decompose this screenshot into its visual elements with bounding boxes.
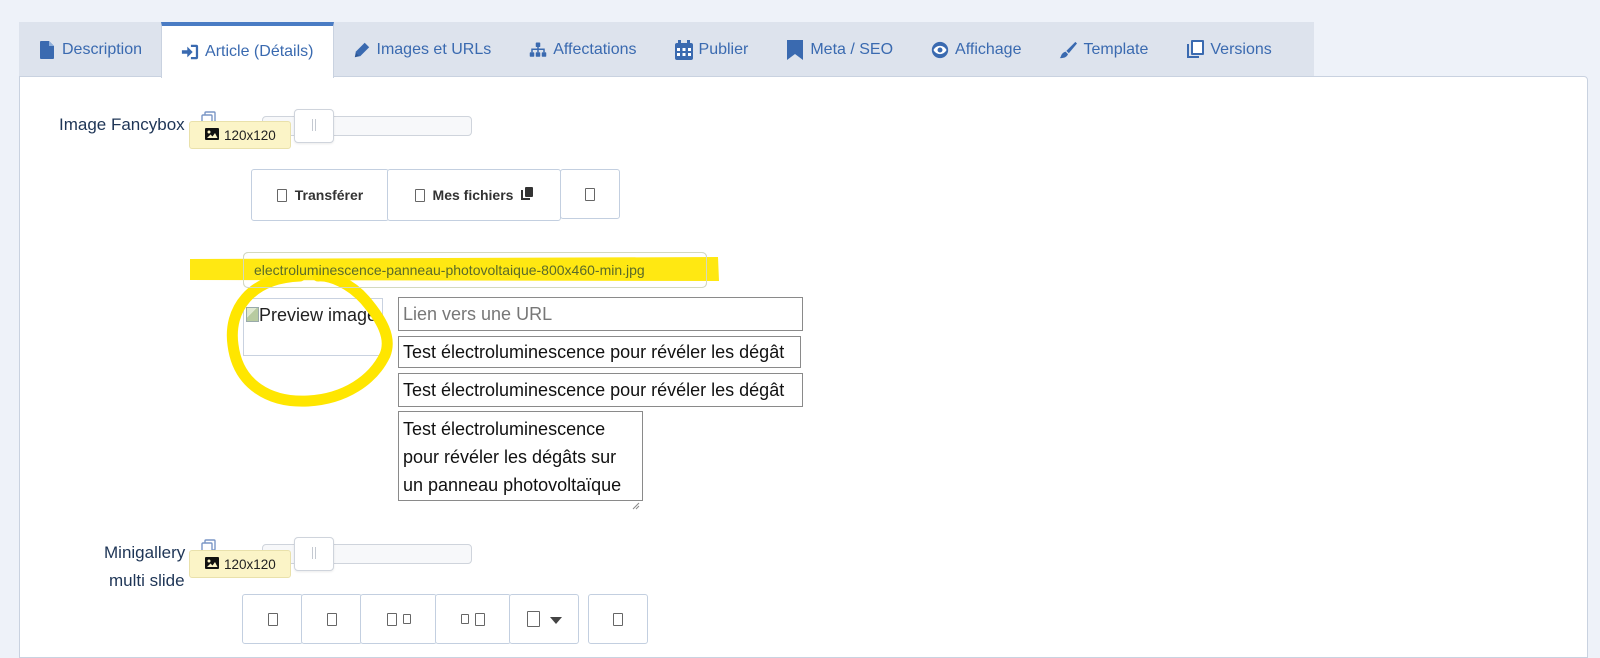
sign-in-icon: [181, 43, 199, 61]
preview-image: Preview image: [243, 298, 383, 356]
minigallery-label-line2: multi slide: [109, 571, 185, 590]
fancybox-size-slider-handle[interactable]: [294, 109, 334, 143]
minigallery-size-badge: 120x120: [189, 550, 291, 578]
trash-icon: [613, 612, 623, 626]
tab-label: Affectations: [553, 40, 637, 58]
gallery-copy-button[interactable]: [360, 594, 437, 644]
tab-label: Affichage: [955, 40, 1022, 58]
upload-icon: [267, 612, 278, 626]
alt-input[interactable]: [398, 336, 801, 368]
tab-label: Article (Détails): [205, 43, 314, 60]
tab-template[interactable]: Template: [1040, 22, 1167, 77]
pencil-icon: [353, 41, 371, 59]
url-input[interactable]: [398, 297, 803, 331]
broken-image-icon: [246, 307, 259, 322]
filename-overlay-text: electroluminescence-panneau-photovoltaiq…: [254, 262, 645, 278]
folder-icon: [326, 612, 337, 626]
brush-icon: [1059, 41, 1078, 59]
file-icon: [386, 612, 397, 626]
copy-icon: [402, 614, 411, 624]
trash-icon: [585, 187, 595, 201]
clear-button[interactable]: [560, 169, 620, 219]
caption-text: Test électroluminescence pour révéler le…: [403, 419, 622, 495]
my-files-button[interactable]: Mes fichiers: [387, 169, 561, 221]
tab-affectations[interactable]: Affectations: [510, 22, 655, 77]
upload-button[interactable]: Transférer: [251, 169, 389, 221]
tab-affichage[interactable]: Affichage: [912, 22, 1040, 77]
tab-images-urls[interactable]: Images et URLs: [334, 22, 511, 77]
fancybox-label: Image Fancybox: [59, 115, 185, 134]
gallery-upload-button[interactable]: [242, 594, 303, 644]
sort-icon: [461, 614, 469, 624]
filename-overlay: electroluminescence-panneau-photovoltaiq…: [243, 252, 707, 288]
tab-label: Meta / SEO: [810, 40, 894, 58]
caption-textarea[interactable]: Test électroluminescence pour révéler le…: [398, 411, 643, 510]
tab-label: Images et URLs: [376, 40, 492, 58]
sitemap-icon: [529, 41, 547, 59]
tab-label: Description: [62, 40, 143, 58]
settings-icon: [526, 611, 540, 627]
caret-down-icon: [549, 611, 562, 627]
resize-handle-icon[interactable]: [632, 490, 640, 510]
gallery-clear-button[interactable]: [588, 594, 648, 644]
tab-versions[interactable]: Versions: [1167, 22, 1290, 77]
copy-icon: [1186, 39, 1205, 59]
minigallery-label-line1: Minigallery: [104, 543, 186, 562]
list-icon: [475, 612, 485, 626]
tab-meta-seo[interactable]: Meta / SEO: [767, 22, 912, 77]
tab-publier[interactable]: Publier: [656, 22, 768, 77]
calendar-icon: [674, 39, 693, 60]
tab-article-details[interactable]: Article (Détails): [161, 22, 334, 78]
size-badge-text: 120x120: [224, 127, 276, 143]
gallery-options-dropdown[interactable]: [509, 594, 579, 644]
tab-label: Versions: [1210, 40, 1272, 58]
gallery-sort-button[interactable]: [435, 594, 511, 644]
folder-icon: [414, 188, 425, 202]
bookmark-icon: [786, 39, 804, 60]
file-icon: [38, 40, 56, 59]
tab-bar: Description Article (Détails) Images et …: [19, 22, 1314, 78]
size-badge-text: 120x120: [224, 556, 276, 572]
gallery-browse-button[interactable]: [301, 594, 362, 644]
tab-label: Publier: [698, 40, 749, 58]
title-input[interactable]: [398, 373, 803, 407]
upload-icon: [276, 188, 287, 202]
preview-alt-text: Preview image: [259, 305, 378, 325]
my-files-button-label: Mes fichiers: [432, 187, 514, 203]
upload-button-label: Transférer: [294, 187, 364, 203]
copy-icon: [521, 187, 534, 203]
image-icon: [205, 127, 219, 143]
eye-icon: [931, 41, 949, 59]
minigallery-size-slider-handle[interactable]: [294, 537, 334, 571]
image-icon: [205, 556, 219, 572]
tab-description[interactable]: Description: [19, 22, 161, 77]
tab-label: Template: [1083, 40, 1149, 58]
fancybox-size-badge: 120x120: [189, 121, 291, 149]
